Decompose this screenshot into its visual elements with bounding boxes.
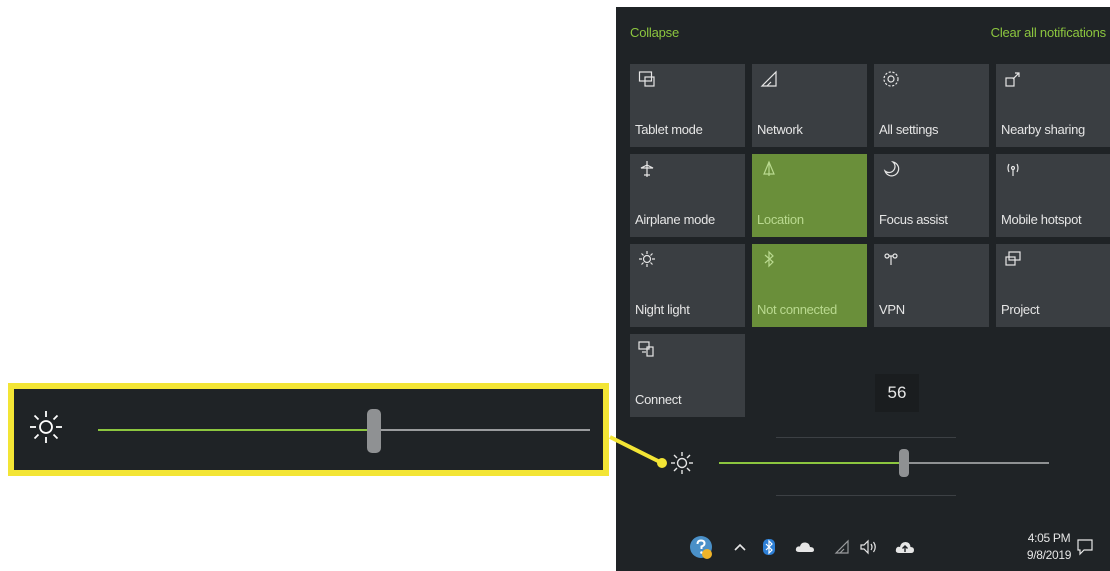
brightness-icon (669, 450, 695, 476)
night-light-icon (638, 250, 656, 268)
slider-fill (98, 429, 374, 431)
tile-label: Tablet mode (635, 122, 703, 137)
taskbar-system-tray: 4:05 PM 9/8/2019 (616, 523, 1110, 571)
slider-thumb[interactable] (366, 409, 381, 453)
tile-label: Nearby sharing (1001, 122, 1085, 137)
tile-mobile-hotspot[interactable]: Mobile hotspot (996, 154, 1110, 237)
tile-label: VPN (879, 302, 905, 317)
tile-label: Mobile hotspot (1001, 212, 1082, 227)
bluetooth-icon[interactable] (758, 523, 780, 571)
chevron-up-icon[interactable] (730, 523, 750, 571)
volume-icon[interactable] (856, 523, 882, 571)
taskbar-clock[interactable]: 4:05 PM 9/8/2019 (1025, 530, 1073, 564)
tile-night-light[interactable]: Night light (630, 244, 745, 327)
slider-divider (776, 495, 956, 496)
tile-not-connected[interactable]: Not connected (752, 244, 867, 327)
brightness-slider[interactable] (719, 448, 1049, 478)
location-icon (760, 160, 778, 178)
project-icon (1004, 250, 1022, 268)
help-icon[interactable] (684, 523, 718, 571)
clock-date: 9/8/2019 (1026, 548, 1072, 562)
tile-location[interactable]: Location (752, 154, 867, 237)
tile-focus-assist[interactable]: Focus assist (874, 154, 989, 237)
slider-divider (776, 437, 956, 438)
tablet-mode-icon (638, 70, 656, 88)
slider-thumb[interactable] (898, 449, 909, 477)
tile-label: Project (1001, 302, 1040, 317)
brightness-icon (28, 409, 64, 445)
clock-time: 4:05 PM (1027, 531, 1071, 545)
tile-nearby-sharing[interactable]: Nearby sharing (996, 64, 1110, 147)
nearby-sharing-icon (1004, 70, 1022, 88)
tile-airplane-mode[interactable]: Airplane mode (630, 154, 745, 237)
bluetooth-icon (760, 250, 778, 268)
network-icon[interactable] (831, 523, 853, 571)
tile-label: Location (757, 212, 804, 227)
connect-icon (638, 340, 656, 358)
tile-label: All settings (879, 122, 939, 137)
notification-icon[interactable] (1068, 523, 1102, 571)
tile-vpn[interactable]: VPN (874, 244, 989, 327)
tile-all-settings[interactable]: All settings (874, 64, 989, 147)
tile-network[interactable]: Network (752, 64, 867, 147)
tile-label: Airplane mode (635, 212, 715, 227)
tile-project[interactable]: Project (996, 244, 1110, 327)
tile-label: Connect (635, 392, 682, 407)
brightness-zoom-callout (8, 383, 609, 476)
clear-all-notifications-link[interactable]: Clear all notifications (991, 25, 1107, 40)
hotspot-icon (1004, 160, 1022, 178)
tile-label: Focus assist (879, 212, 948, 227)
tile-connect[interactable]: Connect (630, 334, 745, 417)
slider-fill (719, 462, 904, 464)
onedrive-icon[interactable] (792, 523, 818, 571)
moon-icon (882, 160, 900, 178)
collapse-link[interactable]: Collapse (630, 25, 679, 40)
tile-label: Network (757, 122, 803, 137)
vpn-icon (882, 250, 900, 268)
tile-label: Night light (635, 302, 690, 317)
airplane-icon (638, 160, 656, 178)
action-center-panel: Collapse Clear all notifications Tablet … (616, 7, 1110, 571)
tile-tablet-mode[interactable]: Tablet mode (630, 64, 745, 147)
gear-icon (882, 70, 900, 88)
cloud-upload-icon[interactable] (891, 523, 919, 571)
brightness-value-tooltip: 56 (875, 374, 919, 412)
tile-label: Not connected (757, 302, 837, 317)
brightness-slider-zoomed[interactable] (98, 407, 590, 453)
network-icon (760, 70, 778, 88)
